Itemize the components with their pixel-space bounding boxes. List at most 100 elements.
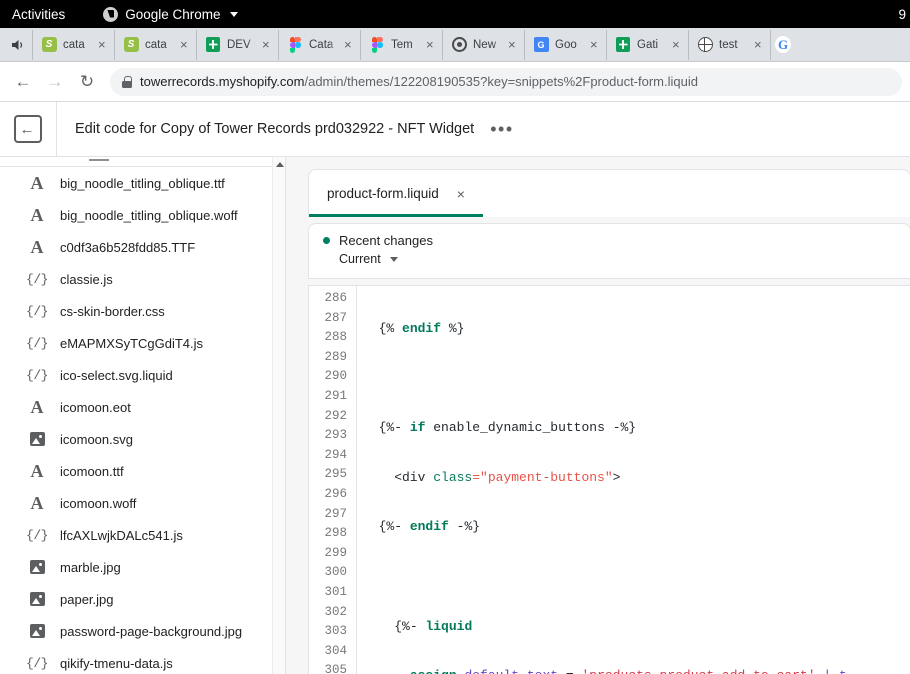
ghost-icon bbox=[451, 37, 467, 53]
line-number: 298 bbox=[309, 524, 356, 544]
close-icon[interactable]: × bbox=[426, 38, 436, 51]
browser-tab[interactable]: test × bbox=[688, 30, 770, 60]
file-name: icomoon.eot bbox=[60, 400, 131, 415]
activities-button[interactable]: Activities bbox=[12, 7, 65, 22]
file-list-item[interactable]: icomoon.svg bbox=[0, 423, 285, 455]
google-sheets-icon bbox=[205, 37, 221, 53]
active-app-menu[interactable]: Google Chrome bbox=[103, 7, 237, 22]
globe-icon bbox=[697, 37, 713, 53]
file-list-item[interactable]: password-page-background.jpg bbox=[0, 615, 285, 647]
page-title: Edit code for Copy of Tower Records prd0… bbox=[75, 121, 474, 137]
code-editor-pane: product-form.liquid × Recent changes Cur… bbox=[286, 157, 910, 674]
file-list-item[interactable]: {/} lfcAXLwjkDALc541.js bbox=[0, 519, 285, 551]
audio-indicator-icon[interactable] bbox=[6, 34, 28, 56]
close-icon[interactable]: × bbox=[262, 38, 272, 51]
tab-title: Cata bbox=[309, 39, 338, 51]
code-line: {%- if enable_dynamic_buttons -%} bbox=[363, 418, 910, 438]
chevron-down-icon bbox=[390, 257, 398, 262]
version-selector[interactable]: Current bbox=[339, 252, 910, 266]
scroll-up-arrow-icon[interactable] bbox=[273, 157, 286, 171]
browser-tab[interactable]: Gati × bbox=[606, 30, 688, 60]
file-list-item[interactable]: A icomoon.ttf bbox=[0, 455, 285, 487]
header-divider bbox=[56, 102, 57, 157]
close-icon[interactable]: × bbox=[98, 38, 108, 51]
reload-button[interactable]: ↻ bbox=[72, 67, 102, 97]
file-name: classie.js bbox=[60, 272, 113, 287]
editor-workspace: A big_noodle_titling_oblique.ttf A big_n… bbox=[0, 157, 910, 674]
address-bar[interactable]: towerrecords.myshopify.com/admin/themes/… bbox=[110, 68, 902, 96]
line-number: 305 bbox=[309, 661, 356, 674]
close-icon[interactable]: × bbox=[590, 38, 600, 51]
browser-tab[interactable]: S cata × bbox=[32, 30, 114, 60]
file-list-item[interactable]: A big_noodle_titling_oblique.ttf bbox=[0, 167, 285, 199]
browser-tab[interactable]: G Goo × bbox=[524, 30, 606, 60]
line-number: 291 bbox=[309, 387, 356, 407]
font-file-icon: A bbox=[27, 205, 47, 226]
close-icon[interactable]: × bbox=[754, 38, 764, 51]
file-list-item[interactable]: {/} ico-select.svg.liquid bbox=[0, 359, 285, 391]
tab-title: New bbox=[473, 39, 502, 51]
code-editor[interactable]: 286 287 288 289 290 291 292 293 294 295 … bbox=[308, 285, 910, 674]
code-file-icon: {/} bbox=[27, 528, 47, 543]
back-button[interactable]: ← bbox=[8, 67, 38, 97]
forward-button[interactable]: → bbox=[40, 67, 70, 97]
shopify-icon: S bbox=[123, 37, 139, 53]
status-dot-icon bbox=[323, 237, 330, 244]
code-icon-glyph: {/} bbox=[26, 272, 48, 287]
file-list-item[interactable]: marble.jpg bbox=[0, 551, 285, 583]
browser-toolbar: ← → ↻ towerrecords.myshopify.com/admin/t… bbox=[0, 62, 910, 102]
image-file-icon bbox=[27, 560, 47, 574]
recent-changes-row: Recent changes bbox=[323, 233, 910, 248]
divider bbox=[0, 166, 285, 167]
browser-tab[interactable]: Tem × bbox=[360, 30, 442, 60]
close-icon[interactable]: × bbox=[180, 38, 190, 51]
file-list-item[interactable]: A big_noodle_titling_oblique.woff bbox=[0, 199, 285, 231]
browser-tab[interactable]: New × bbox=[442, 30, 524, 60]
browser-tab[interactable]: DEV × bbox=[196, 30, 278, 60]
font-icon-glyph: A bbox=[31, 173, 44, 194]
file-list-item[interactable]: {/} qikify-tmenu-data.js bbox=[0, 647, 285, 674]
close-icon[interactable]: × bbox=[344, 38, 354, 51]
line-number: 295 bbox=[309, 465, 356, 485]
browser-tab-partial[interactable]: G bbox=[770, 30, 796, 60]
tab-product-form-liquid[interactable]: product-form.liquid × bbox=[309, 170, 483, 217]
file-list-item[interactable]: {/} eMAPMXSyTCgGdiT4.js bbox=[0, 327, 285, 359]
admin-page-header: ← Edit code for Copy of Tower Records pr… bbox=[0, 102, 910, 157]
file-list-sidebar: A big_noodle_titling_oblique.ttf A big_n… bbox=[0, 157, 286, 674]
browser-tab[interactable]: Cata × bbox=[278, 30, 360, 60]
close-icon[interactable]: × bbox=[508, 38, 518, 51]
gnome-top-bar: Activities Google Chrome 9 bbox=[0, 0, 910, 28]
code-file-icon: {/} bbox=[27, 336, 47, 351]
line-number: 289 bbox=[309, 348, 356, 368]
file-list-scrollbar[interactable] bbox=[272, 157, 285, 674]
more-actions-button[interactable]: ••• bbox=[490, 125, 513, 133]
system-clock[interactable]: 9 bbox=[898, 7, 906, 22]
file-list-item[interactable]: {/} cs-skin-border.css bbox=[0, 295, 285, 327]
file-list-item[interactable]: A c0df3a6b528fdd85.TTF bbox=[0, 231, 285, 263]
line-number: 294 bbox=[309, 446, 356, 466]
file-name: cs-skin-border.css bbox=[60, 304, 165, 319]
code-icon-glyph: {/} bbox=[26, 304, 48, 319]
code-content[interactable]: {% endif %} {%- if enable_dynamic_button… bbox=[357, 286, 910, 674]
line-number: 297 bbox=[309, 505, 356, 525]
tab-title: Goo bbox=[555, 39, 584, 51]
file-list-item[interactable]: A icomoon.woff bbox=[0, 487, 285, 519]
line-number: 286 bbox=[309, 289, 356, 309]
font-file-icon: A bbox=[27, 461, 47, 482]
file-name: c0df3a6b528fdd85.TTF bbox=[60, 240, 195, 255]
line-number: 304 bbox=[309, 642, 356, 662]
browser-tab[interactable]: S cata × bbox=[114, 30, 196, 60]
tab-title: Gati bbox=[637, 39, 666, 51]
file-list-item[interactable]: A icomoon.eot bbox=[0, 391, 285, 423]
code-icon-glyph: {/} bbox=[26, 528, 48, 543]
close-icon[interactable]: × bbox=[672, 38, 682, 51]
file-name: ico-select.svg.liquid bbox=[60, 368, 173, 383]
line-number: 303 bbox=[309, 622, 356, 642]
close-icon[interactable]: × bbox=[457, 186, 465, 202]
line-number: 290 bbox=[309, 367, 356, 387]
code-file-icon: {/} bbox=[27, 304, 47, 319]
exit-editor-icon[interactable]: ← bbox=[14, 115, 42, 143]
file-list-item[interactable]: paper.jpg bbox=[0, 583, 285, 615]
file-list-item[interactable]: {/} classie.js bbox=[0, 263, 285, 295]
image-file-icon bbox=[27, 624, 47, 638]
